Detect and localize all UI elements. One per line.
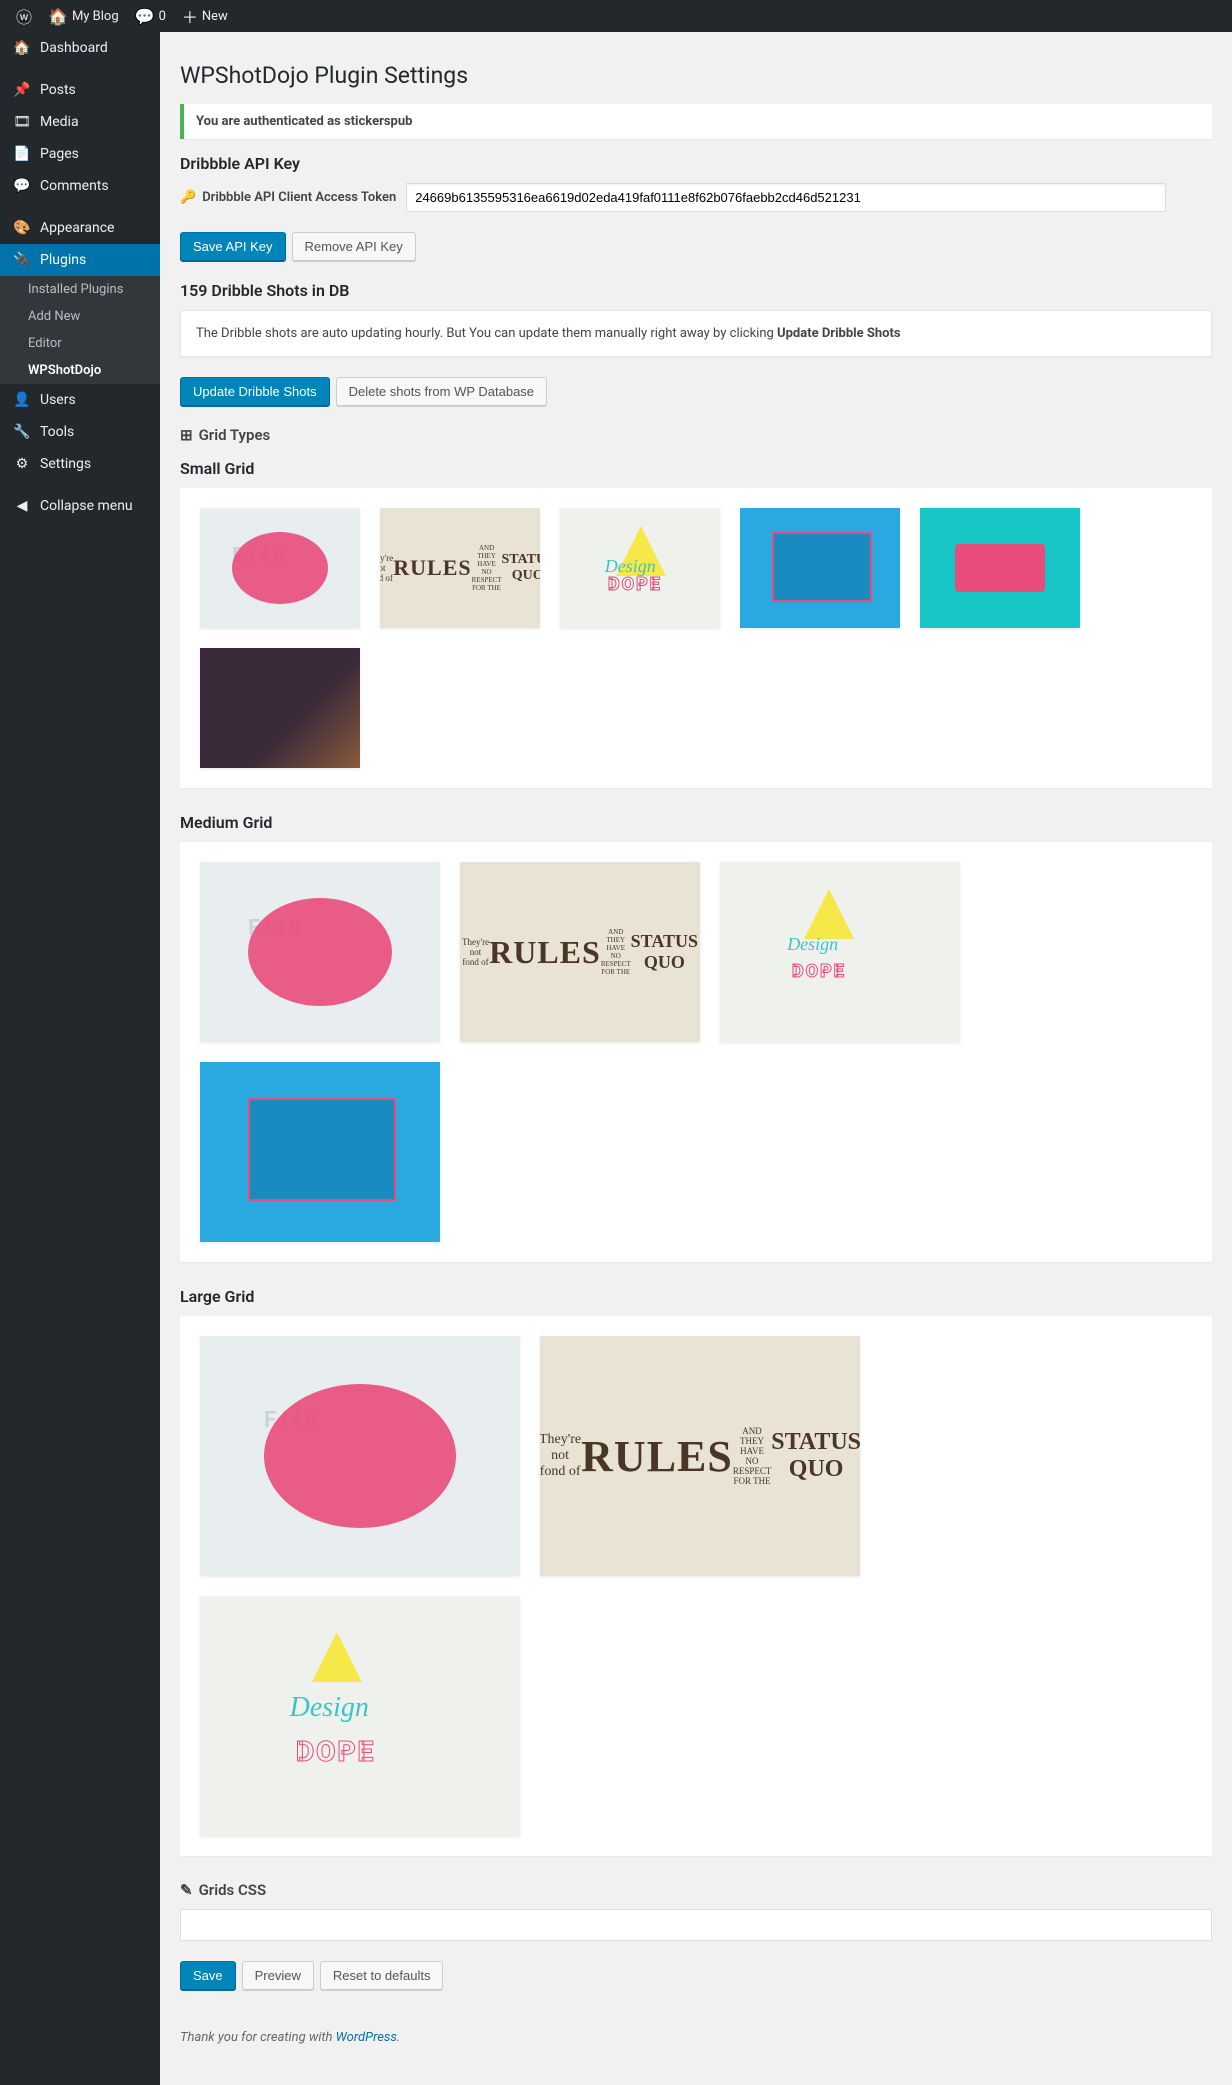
sidebar-item-pages[interactable]: 📄Pages	[0, 138, 160, 170]
users-icon: 👤	[12, 392, 32, 408]
main-content: WPShotDojo Plugin Settings You are authe…	[160, 32, 1232, 2085]
tools-icon: 🔧	[12, 424, 32, 440]
grid-icon: ⊞	[180, 426, 193, 444]
sidebar-item-comments[interactable]: 💬Comments	[0, 170, 160, 202]
grid-thumb: DesignDOPE	[720, 862, 960, 1042]
sidebar-item-collapse[interactable]: ◀Collapse menu	[0, 490, 160, 522]
new-content[interactable]: ＋New	[174, 4, 236, 28]
admin-sidebar: 🏠Dashboard 📌Posts 🎞Media 📄Pages 💬Comment…	[0, 32, 160, 2085]
large-grid-heading: Large Grid	[180, 1287, 1212, 1306]
sidebar-item-dashboard[interactable]: 🏠Dashboard	[0, 32, 160, 64]
small-grid-preview: They're not fond ofRULESAND THEY HAVE NO…	[180, 488, 1212, 788]
settings-icon: ⚙	[12, 456, 32, 472]
collapse-icon: ◀	[12, 498, 32, 514]
wp-logo[interactable]: ⓦ	[8, 4, 40, 28]
auth-notice: You are authenticated as stickerspub	[180, 104, 1212, 139]
delete-shots-button[interactable]: Delete shots from WP Database	[336, 377, 547, 406]
admin-bar: ⓦ 🏠My Blog 💬0 ＋New	[0, 0, 1232, 32]
footer: Thank you for creating with WordPress.	[180, 2030, 1212, 2045]
sidebar-item-media[interactable]: 🎞Media	[0, 106, 160, 138]
grid-thumb	[200, 1062, 440, 1242]
key-icon: 🔑	[180, 190, 196, 205]
grid-thumb	[920, 508, 1080, 628]
sidebar-item-plugins[interactable]: 🔌Plugins	[0, 244, 160, 276]
api-section-heading: Dribbble API Key	[180, 154, 1212, 173]
grid-thumb	[200, 648, 360, 768]
plugins-icon: 🔌	[12, 252, 32, 268]
large-grid-preview: They're not fond ofRULESAND THEY HAVE NO…	[180, 1316, 1212, 1856]
page-title: WPShotDojo Plugin Settings	[180, 62, 1212, 89]
reset-button[interactable]: Reset to defaults	[320, 1961, 444, 1990]
sidebar-item-settings[interactable]: ⚙Settings	[0, 448, 160, 480]
media-icon: 🎞	[12, 114, 32, 130]
db-info: The Dribble shots are auto updating hour…	[180, 310, 1212, 357]
dashboard-icon: 🏠	[12, 40, 32, 56]
medium-grid-heading: Medium Grid	[180, 813, 1212, 832]
preview-button[interactable]: Preview	[242, 1961, 314, 1990]
db-heading: 159 Dribble Shots in DB	[180, 281, 1212, 300]
grid-thumb: DesignDOPE	[560, 508, 720, 628]
update-shots-button[interactable]: Update Dribble Shots	[180, 377, 330, 406]
sidebar-item-posts[interactable]: 📌Posts	[0, 74, 160, 106]
sidebar-item-appearance[interactable]: 🎨Appearance	[0, 212, 160, 244]
plugins-submenu: Installed Plugins Add New Editor WPShotD…	[0, 276, 160, 384]
grid-types-heading: ⊞Grid Types	[180, 426, 1212, 444]
medium-grid-preview: They're not fond ofRULESAND THEY HAVE NO…	[180, 842, 1212, 1262]
pages-icon: 📄	[12, 146, 32, 162]
grid-thumb: DesignDOPE	[200, 1596, 520, 1836]
submenu-installed-plugins[interactable]: Installed Plugins	[0, 276, 160, 303]
remove-api-button[interactable]: Remove API Key	[292, 232, 416, 261]
pencil-icon: ✎	[180, 1881, 193, 1899]
comments-bubble[interactable]: 💬0	[127, 7, 174, 26]
grid-thumb: They're not fond ofRULESAND THEY HAVE NO…	[380, 508, 540, 628]
grid-thumb: They're not fond ofRULESAND THEY HAVE NO…	[460, 862, 700, 1042]
submenu-add-new[interactable]: Add New	[0, 303, 160, 330]
grid-thumb	[740, 508, 900, 628]
submenu-wpshotdojo[interactable]: WPShotDojo	[0, 357, 160, 384]
comments-icon: 💬	[12, 178, 32, 194]
grid-thumb: They're not fond ofRULESAND THEY HAVE NO…	[540, 1336, 860, 1576]
grid-thumb	[200, 1336, 520, 1576]
site-name[interactable]: 🏠My Blog	[40, 7, 127, 26]
submenu-editor[interactable]: Editor	[0, 330, 160, 357]
small-grid-heading: Small Grid	[180, 459, 1212, 478]
save-button[interactable]: Save	[180, 1961, 236, 1990]
api-key-input[interactable]	[406, 183, 1166, 212]
save-api-button[interactable]: Save API Key	[180, 232, 286, 261]
grid-thumb	[200, 508, 360, 628]
css-textarea[interactable]	[180, 1909, 1212, 1941]
appearance-icon: 🎨	[12, 220, 32, 236]
wordpress-link[interactable]: WordPress	[336, 2030, 397, 2045]
sidebar-item-tools[interactable]: 🔧Tools	[0, 416, 160, 448]
css-heading: ✎Grids CSS	[180, 1881, 1212, 1899]
api-label: 🔑Dribbble API Client Access Token	[180, 190, 396, 205]
grid-thumb	[200, 862, 440, 1042]
sidebar-item-users[interactable]: 👤Users	[0, 384, 160, 416]
posts-icon: 📌	[12, 82, 32, 98]
